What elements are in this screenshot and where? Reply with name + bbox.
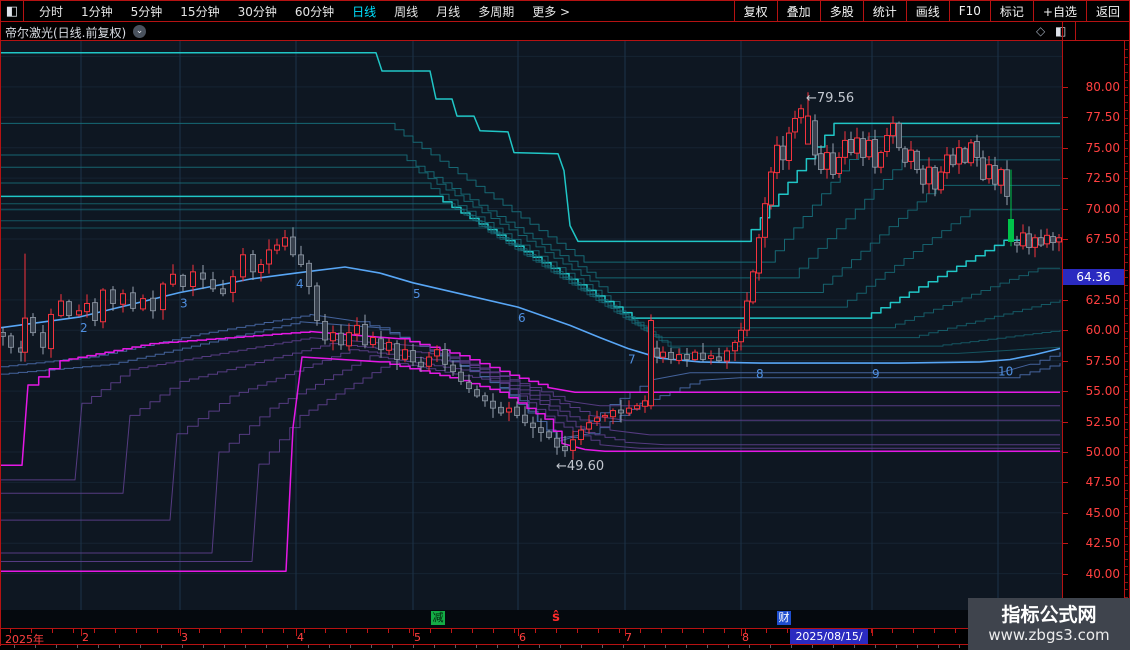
period-tab-4[interactable]: 30分钟: [229, 3, 286, 20]
line-count-label-10: 10: [998, 364, 1013, 378]
line-count-label-4: 4: [296, 277, 304, 291]
report-badge[interactable]: 财: [777, 611, 791, 625]
diamond-icon[interactable]: ◇: [1036, 24, 1045, 38]
toolbar-button-2[interactable]: 多股: [820, 1, 863, 21]
price-label-2: 75.00: [1072, 141, 1120, 155]
period-tab-2[interactable]: 5分钟: [122, 3, 172, 20]
period-toolbar: ◧ 分时1分钟5分钟15分钟30分钟60分钟日线周线月线多周期更多 > 复权叠加…: [0, 0, 1130, 22]
line-count-label-6: 6: [518, 311, 526, 325]
period-tab-7[interactable]: 周线: [385, 3, 427, 20]
period-tab-6[interactable]: 日线: [343, 3, 385, 20]
frame-plot-top: [0, 40, 1130, 41]
time-label-2: 3: [181, 631, 188, 644]
watermark: 指标公式网 www.zbgs3.com: [968, 598, 1130, 650]
bottom-clipped-strip: [0, 645, 1130, 650]
current-date-tag: 2025/08/15/五: [790, 629, 868, 644]
line-count-label-5: 5: [413, 287, 421, 301]
stock-title: 帝尔激光(日线.前复权): [5, 24, 126, 41]
toolbar-button-7[interactable]: +自选: [1033, 1, 1086, 21]
frame-axis-inner: [1124, 40, 1125, 628]
price-label-5: 67.50: [1072, 232, 1120, 246]
toolbar-button-3[interactable]: 统计: [863, 1, 906, 21]
price-label-8: 57.50: [1072, 354, 1120, 368]
period-tab-3[interactable]: 15分钟: [171, 3, 228, 20]
toolbar-button-5[interactable]: F10: [949, 1, 990, 21]
price-label-4: 70.00: [1072, 202, 1120, 216]
time-label-7: 8: [742, 631, 749, 644]
price-label-7: 60.00: [1072, 323, 1120, 337]
price-annotation-0: ←79.56: [806, 91, 854, 106]
price-label-11: 50.00: [1072, 445, 1120, 459]
window-layout-button[interactable]: ◧: [0, 1, 24, 21]
frame-axis-divider: [1062, 22, 1063, 628]
split-screen-icon[interactable]: ◧: [1055, 24, 1066, 38]
frame-left: [0, 0, 1, 646]
price-label-10: 52.50: [1072, 415, 1120, 429]
time-label-5: 6: [519, 631, 526, 644]
toolbar-button-4[interactable]: 画线: [906, 1, 949, 21]
toolbar-button-1[interactable]: 叠加: [777, 1, 820, 21]
watermark-title: 指标公式网: [1001, 604, 1096, 627]
toolbar-button-6[interactable]: 标记: [990, 1, 1033, 21]
period-tab-0[interactable]: 分时: [30, 3, 72, 20]
price-axis: 80.00 77.50 75.00 72.50 70.00 67.50 62.50 60.00…: [1062, 40, 1130, 628]
price-label-0: 80.00: [1072, 80, 1120, 94]
reduce-badge[interactable]: 减: [431, 611, 445, 625]
line-count-label-3: 3: [180, 297, 188, 311]
dividend-badge[interactable]: ŝ: [549, 611, 563, 625]
time-label-6: 7: [625, 631, 632, 644]
price-label-12: 47.50: [1072, 475, 1120, 489]
line-count-label-2: 2: [80, 321, 88, 335]
chart-svg: 2 3 4 5 6 7 8 9 10 ←79.56 ←49.60: [0, 40, 1062, 610]
time-label-4: 5: [414, 631, 421, 644]
period-tab-10[interactable]: 更多 >: [523, 3, 579, 20]
toolbar-button-8[interactable]: 返回: [1086, 1, 1130, 21]
price-label-9: 55.00: [1072, 384, 1120, 398]
candlestick-chart[interactable]: 2 3 4 5 6 7 8 9 10 ←79.56 ←49.60: [0, 40, 1062, 610]
toolbar-button-0[interactable]: 复权: [734, 1, 777, 21]
price-label-6: 62.50: [1072, 293, 1120, 307]
watermark-url: www.zbgs3.com: [988, 626, 1109, 644]
price-label-14: 42.50: [1072, 536, 1120, 550]
title-bar: 帝尔激光(日线.前复权) ⌄ ◇ ◧: [0, 22, 1130, 40]
price-label-15: 40.00: [1072, 567, 1120, 581]
period-tab-8[interactable]: 月线: [427, 3, 469, 20]
time-axis: 2025年23456782025/08/15/五: [0, 628, 1130, 645]
toolbar-right-buttons: 复权叠加多股统计画线F10标记+自选返回: [734, 1, 1130, 21]
frame-title-corner: [1075, 22, 1076, 40]
current-price-tag: 64.36: [1063, 269, 1124, 285]
time-label-3: 4: [297, 631, 304, 644]
period-tab-9[interactable]: 多周期: [469, 3, 523, 20]
window-split-icon: ◧: [6, 5, 18, 18]
event-marker-strip: 减ŝ财: [0, 610, 1062, 628]
line-count-label-7: 7: [628, 353, 636, 367]
period-tab-5[interactable]: 60分钟: [286, 3, 343, 20]
price-annotation-1: ←49.60: [556, 459, 604, 474]
price-label-13: 45.00: [1072, 506, 1120, 520]
line-count-label-9: 9: [872, 367, 880, 381]
time-label-1: 2: [82, 631, 89, 644]
price-label-3: 72.50: [1072, 171, 1120, 185]
line-count-label-8: 8: [756, 367, 764, 381]
trading-app-window: ◧ 分时1分钟5分钟15分钟30分钟60分钟日线周线月线多周期更多 > 复权叠加…: [0, 0, 1130, 650]
period-tabs: 分时1分钟5分钟15分钟30分钟60分钟日线周线月线多周期更多 >: [24, 3, 734, 20]
chevron-down-icon[interactable]: ⌄: [133, 25, 146, 38]
price-label-1: 77.50: [1072, 110, 1120, 124]
period-tab-1[interactable]: 1分钟: [72, 3, 122, 20]
